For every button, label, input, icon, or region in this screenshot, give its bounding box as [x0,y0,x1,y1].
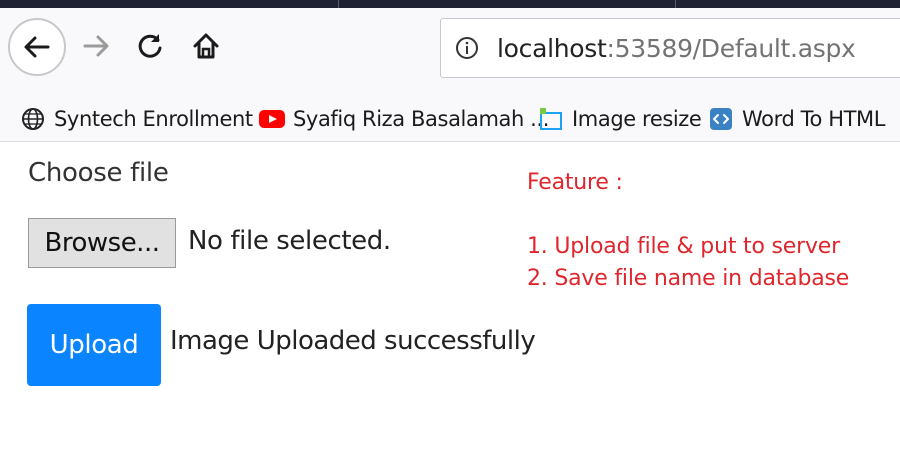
bookmark-label: Word To HTML [742,107,886,131]
arrow-left-icon [24,36,50,58]
forward-button[interactable] [76,26,116,66]
code-icon [708,106,734,132]
tab-separator [338,0,339,8]
upload-button[interactable]: Upload [27,304,161,386]
globe-icon [20,106,46,132]
back-button[interactable] [8,18,66,76]
info-icon[interactable] [455,36,479,60]
home-icon [193,33,219,59]
arrow-right-icon [83,35,109,57]
bookmark-syafiq-riza[interactable]: Syafiq Riza Basalamah ... [259,100,549,138]
reload-button[interactable] [130,26,170,66]
bookmark-image-resize[interactable]: Image resize [538,100,702,138]
window-top-strip [0,0,900,8]
choose-file-label: Choose file [28,158,169,188]
address-bar[interactable]: localhost:53589/Default.aspx [440,18,900,78]
feature-item: 1. Upload file & put to server [527,234,840,259]
url-host: localhost [497,33,607,63]
bookmark-word-to-html[interactable]: Word To HTML [708,100,885,138]
bookmark-label: Syntech Enrollment [54,107,253,131]
url-path: :53589/Default.aspx [606,33,856,63]
home-button[interactable] [186,26,226,66]
reload-icon [138,34,162,58]
browse-button[interactable]: Browse... [28,218,176,268]
feature-title: Feature : [527,170,623,195]
image-resize-icon [538,106,564,132]
url-text: localhost:53589/Default.aspx [497,34,856,63]
file-status-text: No file selected. [188,226,391,256]
upload-status-text: Image Uploaded successfully [170,326,536,356]
feature-item: 2. Save file name in database [527,266,850,291]
bookmarks-bar: Syntech Enrollment Syafiq Riza Basalamah… [0,96,900,142]
page-content: Choose file Browse... No file selected. … [0,142,900,450]
bookmark-syntech-enrollment[interactable]: Syntech Enrollment [20,100,253,138]
tab-separator [675,0,676,8]
bookmark-label: Syafiq Riza Basalamah ... [293,107,549,131]
browser-toolbar: localhost:53589/Default.aspx [0,8,900,96]
youtube-icon [259,106,285,132]
bookmark-label: Image resize [572,107,702,131]
